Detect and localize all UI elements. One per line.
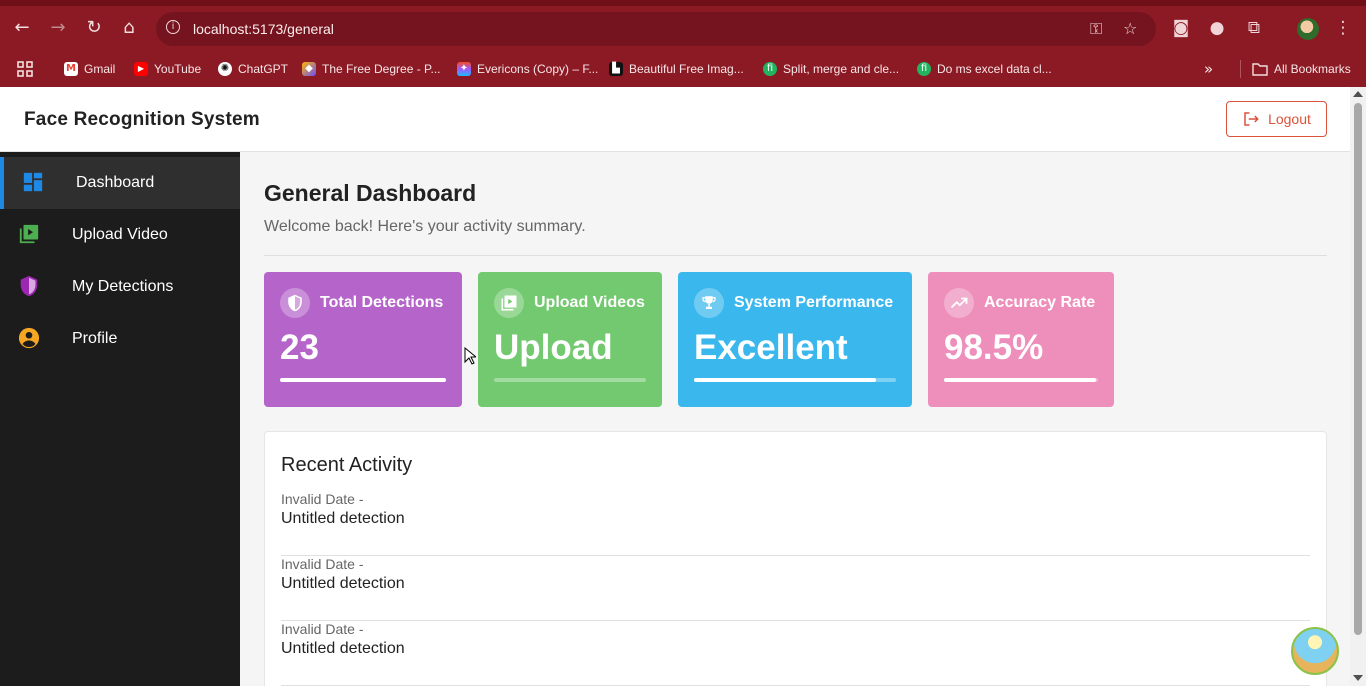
activity-name: Untitled detection: [281, 510, 405, 527]
unsplash-icon: ▙: [609, 62, 623, 76]
shield-icon: [280, 288, 310, 318]
list-item[interactable]: Invalid Date - Untitled detection: [281, 556, 1310, 621]
reload-icon[interactable]: ↻: [82, 16, 106, 40]
profile-avatar[interactable]: [1297, 18, 1319, 40]
fi-icon: fi: [763, 62, 777, 76]
mouse-cursor-icon: [464, 347, 476, 365]
bookmark-chatgpt[interactable]: ✺ ChatGPT: [218, 59, 288, 79]
divider: [264, 255, 1327, 256]
activity-name: Untitled detection: [281, 640, 405, 657]
page-title: General Dashboard: [264, 180, 477, 206]
youtube-icon: ▶: [134, 62, 148, 76]
card-progress-track: [494, 378, 646, 382]
logout-button[interactable]: Logout: [1226, 101, 1327, 137]
activity-date: Invalid Date -: [281, 491, 364, 507]
screenshot-extension-icon[interactable]: ◙: [1171, 18, 1191, 38]
back-icon[interactable]: ←: [10, 16, 34, 40]
card-progress-track: [694, 378, 896, 382]
extension-red-icon[interactable]: ●: [1207, 18, 1227, 38]
video-library-icon: [19, 224, 39, 244]
bookmark-evericons[interactable]: ✦ Evericons (Copy) – F...: [457, 59, 598, 79]
card-value: Excellent: [694, 328, 848, 367]
logout-icon: [1244, 112, 1259, 126]
site-info-icon[interactable]: i: [166, 20, 180, 34]
figma-icon: ✦: [457, 62, 471, 76]
shield-icon: [20, 275, 38, 297]
page-scrollbar[interactable]: [1350, 87, 1366, 686]
home-icon[interactable]: ⌂: [117, 16, 141, 40]
sidebar-item-my-detections[interactable]: My Detections: [0, 261, 240, 313]
card-value: 98.5%: [944, 328, 1044, 367]
address-bar[interactable]: i localhost:5173/general ⚿ ☆: [156, 12, 1156, 46]
scroll-down-icon[interactable]: [1353, 675, 1363, 681]
bookmark-excel-data[interactable]: fi Do ms excel data cl...: [917, 59, 1052, 79]
sidebar-item-upload-video[interactable]: Upload Video: [0, 209, 240, 261]
bookmarks-divider: [1240, 60, 1241, 78]
stat-card-system-performance: System Performance Excellent: [678, 272, 912, 407]
sidebar-item-profile[interactable]: Profile: [0, 313, 240, 365]
sidebar-item-dashboard[interactable]: Dashboard: [0, 157, 240, 209]
bookmark-unsplash[interactable]: ▙ Beautiful Free Imag...: [609, 59, 744, 79]
card-progress-fill: [694, 378, 876, 382]
url-text[interactable]: localhost:5173/general: [193, 21, 334, 37]
list-item[interactable]: Invalid Date - Untitled detection: [281, 491, 1310, 556]
scroll-up-icon[interactable]: [1353, 91, 1363, 97]
app-header: Face Recognition System Logout: [0, 87, 1350, 152]
bookmark-free-degree[interactable]: ◆ The Free Degree - P...: [302, 59, 441, 79]
recent-activity-title: Recent Activity: [281, 454, 413, 476]
card-progress-fill: [944, 378, 1096, 382]
dashboard-icon: [23, 172, 43, 192]
activity-date: Invalid Date -: [281, 556, 364, 572]
sidebar-item-label: Upload Video: [72, 226, 168, 243]
trending-up-icon: [944, 288, 974, 318]
activity-name: Untitled detection: [281, 575, 405, 592]
stat-card-accuracy-rate: Accuracy Rate 98.5%: [928, 272, 1114, 407]
stat-card-upload-videos[interactable]: Upload Videos Upload: [478, 272, 662, 407]
trophy-icon: [694, 288, 724, 318]
recent-activity-panel: Recent Activity Invalid Date - Untitled …: [264, 431, 1327, 686]
sidebar-item-label: Profile: [72, 330, 118, 347]
browser-toolbar: ← → ↻ ⌂ i localhost:5173/general ⚿ ☆ ◙ ●…: [0, 0, 1366, 52]
chatgpt-icon: ✺: [218, 62, 232, 76]
card-value: Upload: [494, 328, 613, 367]
main-content: General Dashboard Welcome back! Here's y…: [240, 152, 1350, 686]
sidebar-item-label: My Detections: [72, 278, 174, 295]
bookmark-gmail[interactable]: M Gmail: [64, 59, 115, 79]
bookmark-star-icon[interactable]: ☆: [1123, 19, 1137, 38]
free-degree-icon: ◆: [302, 62, 316, 76]
video-library-icon: [494, 288, 524, 318]
stat-card-total-detections: Total Detections 23: [264, 272, 462, 407]
fi-icon: fi: [917, 62, 931, 76]
password-key-icon[interactable]: ⚿: [1090, 19, 1102, 39]
account-circle-icon: [18, 327, 40, 349]
card-label: Accuracy Rate: [984, 294, 1096, 311]
floating-assistant-icon[interactable]: [1291, 627, 1339, 675]
card-value: 23: [280, 328, 319, 367]
bookmark-youtube[interactable]: ▶ YouTube: [134, 59, 201, 79]
app-title: Face Recognition System: [24, 109, 260, 130]
card-progress-track: [280, 378, 446, 382]
card-label: Total Detections: [320, 294, 444, 311]
sidebar-item-label: Dashboard: [76, 174, 155, 191]
apps-grid-icon[interactable]: [16, 59, 34, 79]
folder-icon: [1252, 63, 1268, 76]
card-progress-track: [944, 378, 1098, 382]
more-bookmarks-chevron-icon[interactable]: »: [1204, 59, 1213, 79]
scrollbar-thumb[interactable]: [1354, 103, 1362, 635]
card-label: Upload Videos: [534, 294, 645, 311]
forward-icon[interactable]: →: [46, 16, 70, 40]
bookmark-split-merge[interactable]: fi Split, merge and cle...: [763, 59, 899, 79]
gmail-icon: M: [64, 62, 78, 76]
card-progress-fill: [280, 378, 446, 382]
sidebar: Dashboard Upload Video My Detections Pro…: [0, 152, 240, 686]
list-item[interactable]: Invalid Date - Untitled detection: [281, 621, 1310, 686]
page-subtitle: Welcome back! Here's your activity summa…: [264, 218, 586, 235]
bookmarks-bar: M Gmail ▶ YouTube ✺ ChatGPT ◆ The Free Degre…: [0, 52, 1366, 87]
all-bookmarks[interactable]: All Bookmarks: [1252, 59, 1351, 79]
card-label: System Performance: [734, 294, 894, 311]
extensions-puzzle-icon[interactable]: ⧉: [1244, 18, 1264, 38]
activity-date: Invalid Date -: [281, 621, 364, 637]
menu-kebab-icon[interactable]: ⋮: [1333, 18, 1353, 38]
